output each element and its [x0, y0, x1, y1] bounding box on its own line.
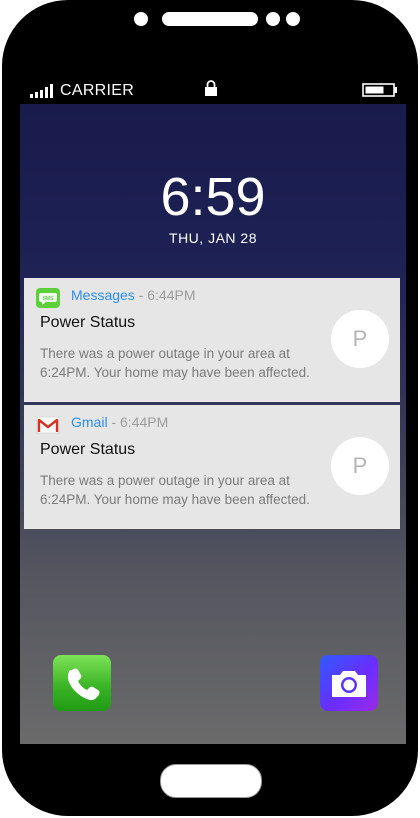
separator: - [111, 414, 117, 430]
notification-card[interactable]: Gmail - 6:44PM Power Status There was a … [24, 405, 400, 529]
notification-time: 6:44PM [120, 414, 169, 430]
notification-title: Power Status [40, 441, 136, 458]
phone-app-button[interactable] [53, 655, 111, 711]
sensor-dot [266, 12, 280, 26]
gmail-icon [36, 416, 60, 434]
lock-screen: CARRIER 6:59 THU, JAN 28 SMS Messages - [20, 74, 406, 744]
phone-frame: CARRIER 6:59 THU, JAN 28 SMS Messages - [2, 0, 418, 816]
notification-card[interactable]: SMS Messages - 6:44PM Power Status There… [24, 278, 400, 402]
notification-time: 6:44PM [147, 287, 196, 303]
lockscreen-date: THU, JAN 28 [169, 230, 257, 246]
status-bar: CARRIER [20, 74, 406, 104]
sms-icon: SMS [36, 288, 60, 308]
notification-header: Gmail - 6:44PM [71, 414, 168, 430]
battery-icon [362, 83, 397, 97]
avatar: P [331, 437, 389, 495]
notification-app-name: Gmail [71, 414, 108, 430]
phone-icon [67, 668, 100, 700]
home-button[interactable] [160, 764, 262, 798]
avatar: P [331, 310, 389, 368]
front-camera-dot [134, 12, 148, 26]
signal-bars-icon [30, 84, 53, 98]
separator: - [138, 287, 144, 303]
carrier-label: CARRIER [60, 82, 135, 99]
camera-icon [332, 671, 366, 697]
lock-icon [205, 80, 217, 96]
notification-body: There was a power outage in your area at… [40, 346, 310, 380]
earpiece-speaker [162, 12, 258, 26]
notification-header: Messages - 6:44PM [71, 287, 196, 303]
svg-text:SMS: SMS [43, 296, 55, 302]
notification-app-name: Messages [71, 287, 135, 303]
sensor-dot [286, 12, 300, 26]
camera-app-button[interactable] [320, 655, 378, 711]
notification-body: There was a power outage in your area at… [40, 473, 310, 507]
notification-title: Power Status [40, 314, 136, 331]
lockscreen-clock: 6:59 [160, 167, 266, 227]
